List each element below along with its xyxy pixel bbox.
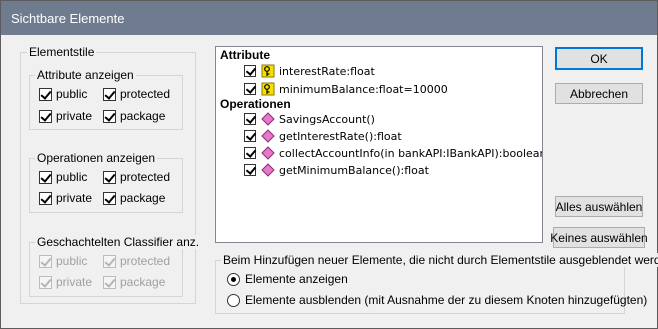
- select-none-button[interactable]: Keines auswählen: [550, 227, 648, 248]
- operations-public-checkbox[interactable]: public: [39, 170, 87, 184]
- tree-checkbox[interactable]: [244, 147, 256, 159]
- radio-dot: [227, 272, 240, 286]
- visible-elements-dialog: Sichtbare Elemente Elementstile Attribut…: [0, 0, 658, 329]
- checkbox-box: [39, 87, 52, 101]
- hide-elements-radio[interactable]: Elemente ausblenden (mit Ausnahme der zu…: [227, 293, 647, 307]
- operations-protected-checkbox[interactable]: protected: [103, 170, 170, 184]
- checkbox-box: [39, 254, 52, 268]
- tree-checkbox[interactable]: [244, 164, 256, 176]
- checkbox-box: [103, 275, 116, 289]
- tree-checkbox[interactable]: [244, 83, 256, 95]
- tree-checkbox[interactable]: [244, 65, 256, 77]
- tree-header-attributes: Attribute: [220, 48, 270, 62]
- key-icon: [261, 64, 275, 78]
- operations-private-checkbox[interactable]: private: [39, 191, 92, 205]
- operations-package-checkbox[interactable]: package: [103, 191, 165, 205]
- dialog-title: Sichtbare Elemente: [11, 11, 125, 26]
- attributes-protected-checkbox[interactable]: protected: [103, 87, 170, 101]
- tree-header-operations: Operationen: [220, 97, 291, 111]
- tree-item-operation[interactable]: collectAccountInfo(in bankAPI:IBankAPI):…: [244, 146, 542, 160]
- tree-item-operation[interactable]: getMinimumBalance():float: [244, 163, 429, 177]
- nested-package-checkbox[interactable]: package: [103, 275, 165, 289]
- checkbox-box: [39, 275, 52, 289]
- attributes-private-checkbox[interactable]: private: [39, 109, 92, 123]
- radio-dot: [227, 293, 240, 307]
- key-icon: [261, 82, 275, 96]
- checkbox-box: [103, 170, 116, 184]
- ok-button[interactable]: OK: [555, 47, 643, 70]
- nested-public-checkbox[interactable]: public: [39, 254, 87, 268]
- members-tree[interactable]: Attribute interestRate:float minimumBala…: [215, 46, 543, 243]
- checkbox-box: [103, 254, 116, 268]
- cancel-button[interactable]: Abbrechen: [555, 83, 643, 104]
- checkbox-box: [103, 191, 116, 205]
- checkbox-box: [39, 170, 52, 184]
- diamond-icon: [261, 112, 275, 126]
- show-attributes-label: Attribute anzeigen: [35, 68, 136, 82]
- select-all-button[interactable]: Alles auswählen: [555, 196, 643, 217]
- tree-checkbox[interactable]: [244, 130, 256, 142]
- diamond-icon: [261, 163, 275, 177]
- show-operations-label: Operationen anzeigen: [35, 151, 158, 165]
- attributes-package-checkbox[interactable]: package: [103, 109, 165, 123]
- nested-protected-checkbox[interactable]: protected: [103, 254, 170, 268]
- checkbox-box: [103, 87, 116, 101]
- title-bar: Sichtbare Elemente: [1, 1, 657, 35]
- diamond-icon: [261, 129, 275, 143]
- checkbox-box: [39, 191, 52, 205]
- nested-private-checkbox[interactable]: private: [39, 275, 92, 289]
- show-nested-classifiers-label: Geschachtelten Classifier anz.: [35, 235, 202, 249]
- tree-item-operation[interactable]: getInterestRate():float: [244, 129, 402, 143]
- checkbox-box: [39, 109, 52, 123]
- element-styles-label: Elementstile: [27, 45, 97, 59]
- diamond-icon: [261, 146, 275, 160]
- tree-item-operation[interactable]: SavingsAccount(): [244, 112, 375, 126]
- tree-item-attribute[interactable]: minimumBalance:float=10000: [244, 82, 448, 96]
- new-elements-label: Beim Hinzufügen neuer Elemente, die nich…: [221, 253, 658, 267]
- attributes-public-checkbox[interactable]: public: [39, 87, 87, 101]
- checkbox-box: [103, 109, 116, 123]
- show-elements-radio[interactable]: Elemente anzeigen: [227, 272, 348, 286]
- tree-checkbox[interactable]: [244, 113, 256, 125]
- tree-item-attribute[interactable]: interestRate:float: [244, 64, 375, 78]
